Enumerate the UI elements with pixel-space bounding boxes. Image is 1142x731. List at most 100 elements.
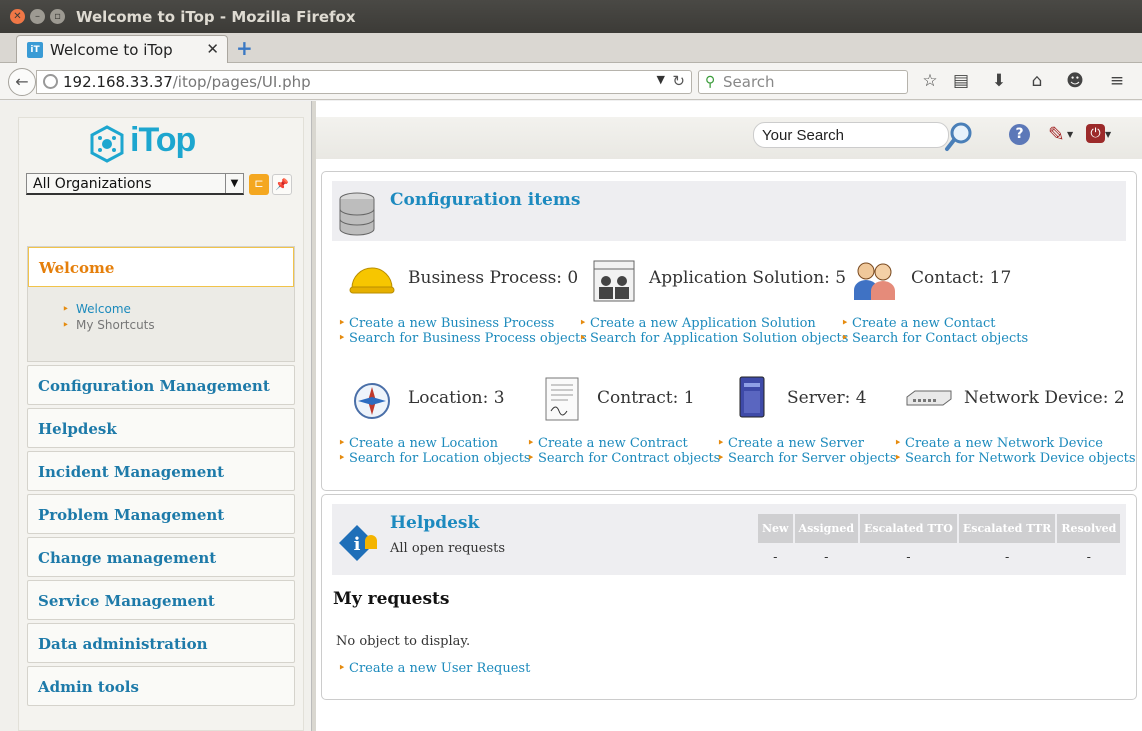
- itop-favicon-icon: iT: [27, 42, 43, 58]
- helpdesk-subtitle: All open requests: [390, 541, 506, 556]
- create-network-device-link[interactable]: Create a new Network Device: [894, 436, 1103, 451]
- create-user-request-link[interactable]: Create a new User Request: [338, 661, 530, 676]
- contacts-icon: [854, 262, 895, 300]
- menu-incident-management[interactable]: Incident Management: [27, 451, 295, 491]
- power-icon[interactable]: ⏻: [1086, 124, 1105, 143]
- create-contact-link[interactable]: Create a new Contact: [841, 316, 995, 331]
- search-contact-link[interactable]: Search for Contact objects: [841, 331, 1028, 346]
- browser-search-input[interactable]: ⚲ Search: [698, 70, 908, 94]
- search-network-device-link[interactable]: Search for Network Device objects: [894, 451, 1136, 466]
- menu-link-welcome[interactable]: Welcome: [62, 302, 131, 316]
- search-location-link[interactable]: Search for Location objects: [338, 451, 531, 466]
- home-icon[interactable]: ⌂: [1026, 71, 1048, 91]
- window-title: Welcome to iTop - Mozilla Firefox: [76, 8, 356, 26]
- compass-icon: [354, 383, 390, 419]
- application-solution-icon: [593, 260, 635, 302]
- ci-label-application-solution: Application Solution: 5: [649, 268, 847, 288]
- create-location-link[interactable]: Create a new Location: [338, 436, 498, 451]
- info-bell-icon: i: [339, 525, 377, 561]
- my-requests-title: My requests: [333, 589, 450, 609]
- itop-logo-icon: [90, 125, 124, 163]
- create-application-solution-link[interactable]: Create a new Application Solution: [579, 316, 816, 331]
- menu-admin-tools[interactable]: Admin tools: [27, 666, 295, 706]
- tab-close-icon[interactable]: ✕: [206, 40, 219, 58]
- search-contract-link[interactable]: Search for Contract objects: [527, 451, 720, 466]
- helpdesk-title: Helpdesk: [390, 513, 480, 533]
- no-object-message: No object to display.: [336, 634, 471, 649]
- search-engine-icon: ⚲: [705, 74, 716, 90]
- column-assigned: Assigned: [794, 514, 859, 543]
- back-arrow-icon[interactable]: ←: [8, 68, 36, 96]
- svg-text:i: i: [354, 534, 361, 555]
- reload-icon[interactable]: ↻: [672, 72, 685, 90]
- helpdesk-status-table: New Assigned Escalated TTO Escalated TTR…: [756, 514, 1122, 571]
- menu-helpdesk[interactable]: Helpdesk: [27, 408, 295, 448]
- ci-label-network-device: Network Device: 2: [964, 388, 1125, 408]
- power-menu-caret-icon[interactable]: ▼: [1105, 130, 1111, 139]
- magnifier-icon[interactable]: [944, 121, 974, 153]
- value-resolved[interactable]: -: [1057, 543, 1120, 571]
- menu-configuration-management[interactable]: Configuration Management: [27, 365, 295, 405]
- welcome-menu-title: Welcome: [39, 259, 115, 277]
- hamburger-menu-icon[interactable]: ≡: [1106, 71, 1128, 91]
- value-new[interactable]: -: [758, 543, 793, 571]
- create-business-process-link[interactable]: Create a new Business Process: [338, 316, 554, 331]
- search-placeholder: Search: [723, 73, 775, 91]
- tab-strip: iT Welcome to iTop ✕ +: [0, 33, 1142, 64]
- create-server-link[interactable]: Create a new Server: [717, 436, 864, 451]
- column-new: New: [758, 514, 793, 543]
- value-escalated-ttr[interactable]: -: [959, 543, 1055, 571]
- configuration-items-title: Configuration items: [390, 190, 581, 210]
- main-content: ? ✎ ▼ ⏻ ▼ Configuration items Business P…: [316, 101, 1142, 731]
- search-application-solution-link[interactable]: Search for Application Solution objects: [579, 331, 848, 346]
- welcome-menu-panel: Welcome Welcome My Shortcuts: [27, 246, 295, 362]
- globe-icon: [43, 74, 58, 89]
- helpdesk-dashlet: i Helpdesk All open requests New Assigne…: [321, 494, 1137, 700]
- url-history-dropdown-icon[interactable]: ▼: [657, 73, 665, 86]
- menu-problem-management[interactable]: Problem Management: [27, 494, 295, 534]
- value-assigned[interactable]: -: [795, 543, 858, 571]
- itop-logo-text: iTop: [130, 121, 196, 159]
- configuration-items-header: Configuration items: [332, 181, 1126, 241]
- window-minimize-button[interactable]: –: [30, 9, 45, 24]
- create-contract-link[interactable]: Create a new Contract: [527, 436, 688, 451]
- ci-label-contact: Contact: 17: [911, 268, 1012, 288]
- pin-icon[interactable]: 📌: [272, 174, 292, 195]
- global-search-input[interactable]: [753, 122, 949, 148]
- browser-tab[interactable]: iT Welcome to iTop ✕: [16, 35, 228, 64]
- pen-icon[interactable]: ✎: [1048, 122, 1065, 146]
- welcome-menu-header[interactable]: Welcome: [28, 247, 294, 287]
- value-escalated-tto[interactable]: -: [860, 543, 957, 571]
- top-toolbar: ? ✎ ▼ ⏻ ▼: [316, 117, 1142, 159]
- help-icon[interactable]: ?: [1009, 124, 1030, 145]
- url-text[interactable]: 192.168.33.37/itop/pages/UI.php: [63, 73, 311, 91]
- left-sidebar: iTop All Organizations ▼ ⊏ 📌 Welcome Wel…: [0, 101, 313, 731]
- search-server-link[interactable]: Search for Server objects: [717, 451, 897, 466]
- menu-service-management[interactable]: Service Management: [27, 580, 295, 620]
- column-resolved: Resolved: [1057, 514, 1121, 543]
- reading-list-icon[interactable]: ▤: [950, 71, 972, 91]
- download-arrow-icon[interactable]: ⬇: [988, 71, 1010, 91]
- column-escalated-ttr: Escalated TTR: [958, 514, 1056, 543]
- pen-menu-caret-icon[interactable]: ▼: [1067, 130, 1073, 139]
- ci-label-location: Location: 3: [408, 388, 505, 408]
- menu-change-management[interactable]: Change management: [27, 537, 295, 577]
- column-escalated-tto: Escalated TTO: [860, 514, 957, 543]
- chat-smiley-icon[interactable]: ☻: [1064, 71, 1086, 91]
- organization-select[interactable]: All Organizations ▼: [26, 173, 244, 195]
- window-maximize-button[interactable]: ▫: [50, 9, 65, 24]
- url-bar[interactable]: 192.168.33.37/itop/pages/UI.php ▼ ↻: [36, 70, 692, 94]
- helpdesk-header: i Helpdesk All open requests New Assigne…: [332, 504, 1126, 575]
- ci-label-contract: Contract: 1: [597, 388, 695, 408]
- contract-icon: [545, 377, 579, 421]
- search-business-process-link[interactable]: Search for Business Process objects: [338, 331, 587, 346]
- database-icon: [339, 192, 375, 236]
- tab-title: Welcome to iTop: [50, 41, 173, 59]
- organization-hierarchy-icon[interactable]: ⊏: [249, 174, 269, 195]
- bookmark-star-icon[interactable]: ☆: [919, 71, 941, 91]
- dropdown-caret-icon: ▼: [225, 174, 243, 193]
- menu-data-administration[interactable]: Data administration: [27, 623, 295, 663]
- new-tab-plus-icon[interactable]: +: [236, 36, 253, 60]
- menu-link-my-shortcuts[interactable]: My Shortcuts: [62, 318, 155, 332]
- window-close-button[interactable]: ✕: [10, 9, 25, 24]
